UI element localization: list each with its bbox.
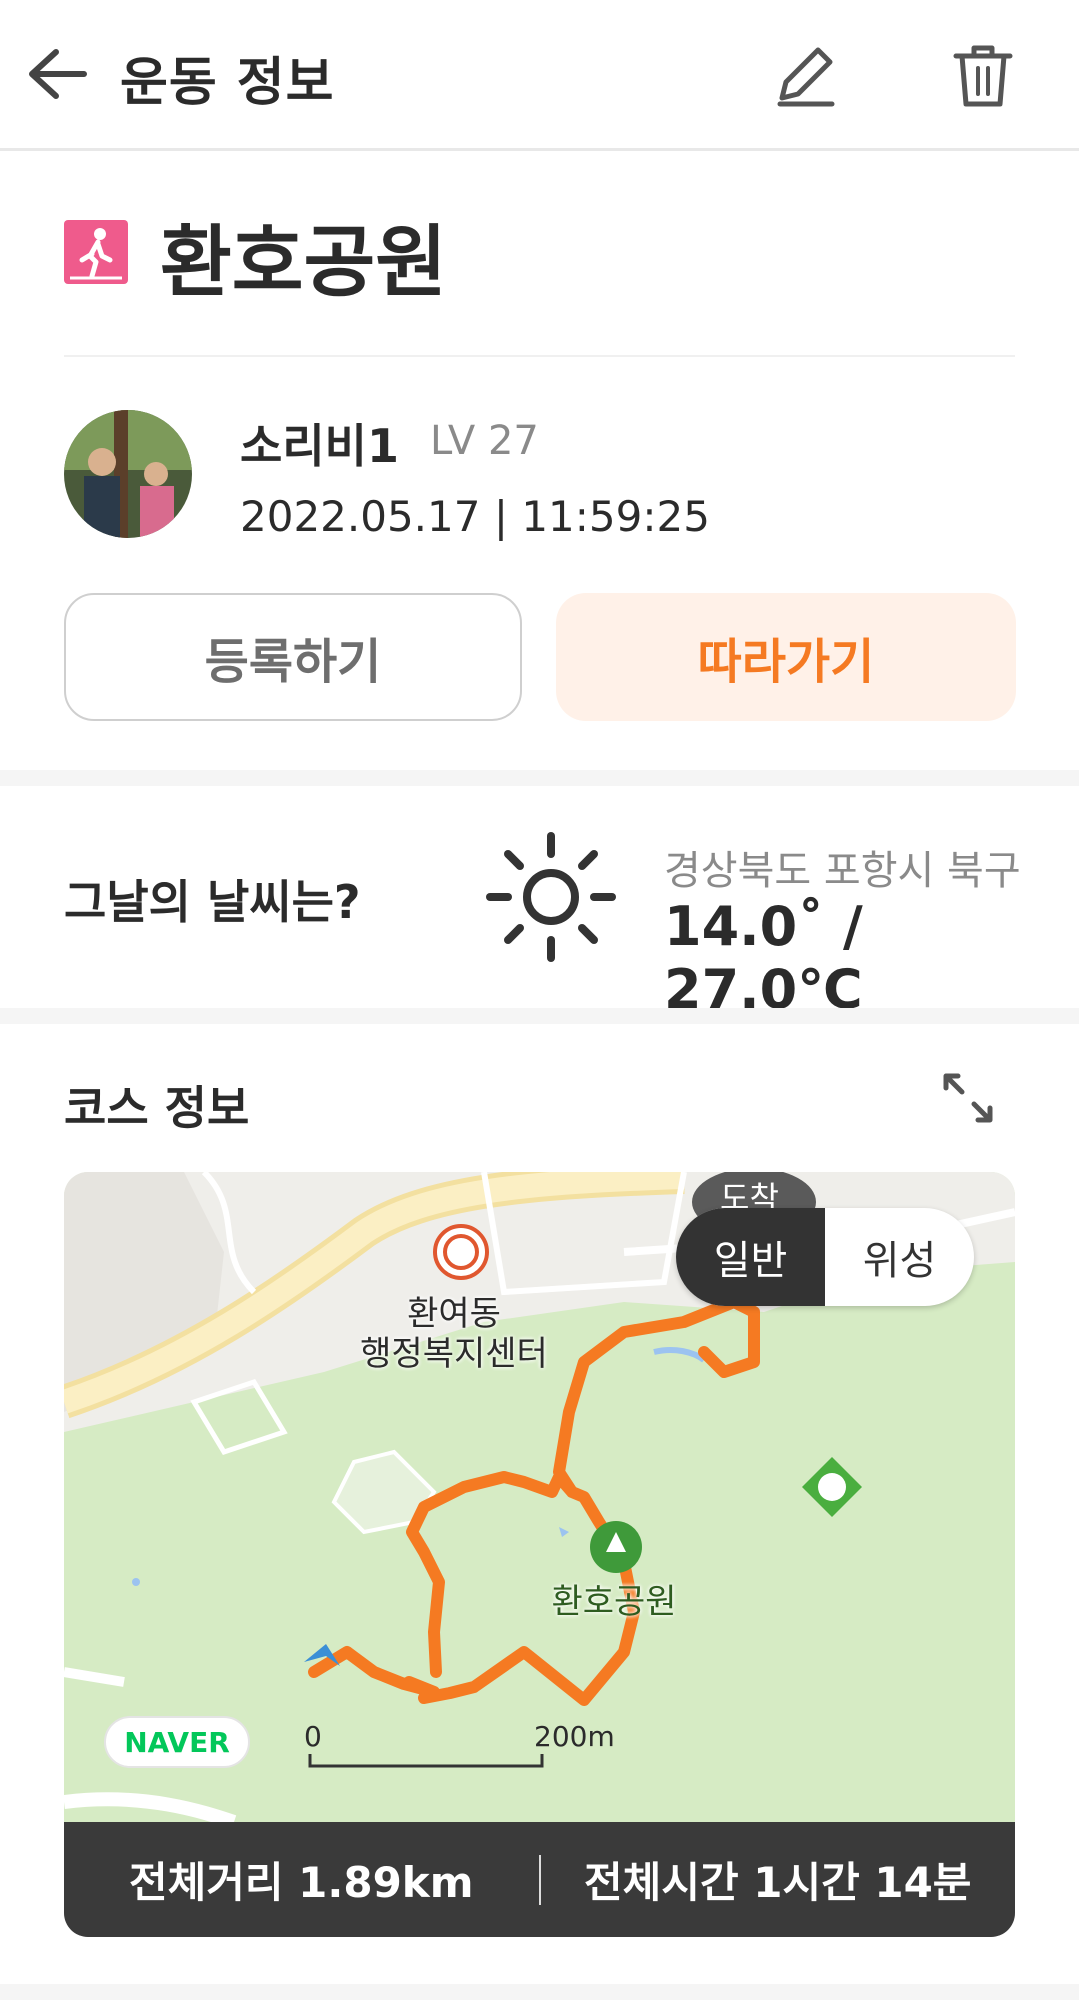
map-label-park: 환호공원: [551, 1582, 677, 1622]
naver-logo: NAVER: [104, 1716, 250, 1768]
section-separator: [0, 1984, 1079, 2000]
map-label-welfare-center-line2: 행정복지센터: [360, 1334, 548, 1374]
sun-icon: [486, 832, 616, 962]
map-label-welfare-center-line1: 환여동: [407, 1294, 501, 1334]
user-level: LV 27: [430, 418, 539, 464]
back-arrow-icon[interactable]: [26, 46, 90, 102]
section-separator: [0, 770, 1079, 786]
course-info-title: 코스 정보: [64, 1081, 250, 1135]
weather-question: 그날의 날씨는?: [64, 875, 361, 929]
course-stats-bar: 전체거리 1.89km 전체시간 1시간 14분: [64, 1822, 1015, 1937]
map-type-normal[interactable]: 일반: [676, 1208, 825, 1306]
exercise-datetime: 2022.05.17 | 11:59:25: [240, 492, 710, 541]
map-scale-start: 0: [304, 1720, 322, 1753]
map-scale-end: 200m: [534, 1720, 615, 1753]
map-type-toggle: 일반 위성: [676, 1208, 974, 1306]
top-app-bar: 운동 정보: [0, 0, 1079, 151]
course-map[interactable]: 도착 환여동 행정복지센터 환호공원 일반 위성 NAVER 0 200m: [64, 1172, 1015, 1822]
edit-pencil-icon[interactable]: [770, 40, 840, 110]
map-type-satellite[interactable]: 위성: [825, 1208, 974, 1306]
walking-icon: [64, 220, 128, 284]
weather-location: 경상북도 포항시 북구: [664, 848, 1021, 894]
divider: [64, 355, 1015, 357]
expand-icon[interactable]: [938, 1068, 998, 1128]
total-time: 전체시간 1시간 14분: [584, 1858, 972, 1907]
page-title: 운동 정보: [120, 53, 335, 113]
follow-button[interactable]: 따라가기: [556, 593, 1016, 721]
trash-icon[interactable]: [950, 40, 1016, 110]
register-button[interactable]: 등록하기: [64, 593, 522, 721]
username: 소리비1: [240, 419, 399, 473]
section-separator: [0, 1008, 1079, 1024]
total-distance: 전체거리 1.89km: [128, 1858, 474, 1907]
weather-temperature: 14.0˚ / 27.0℃: [664, 895, 863, 1021]
avatar[interactable]: [64, 410, 192, 538]
course-title: 환호공원: [160, 218, 448, 308]
